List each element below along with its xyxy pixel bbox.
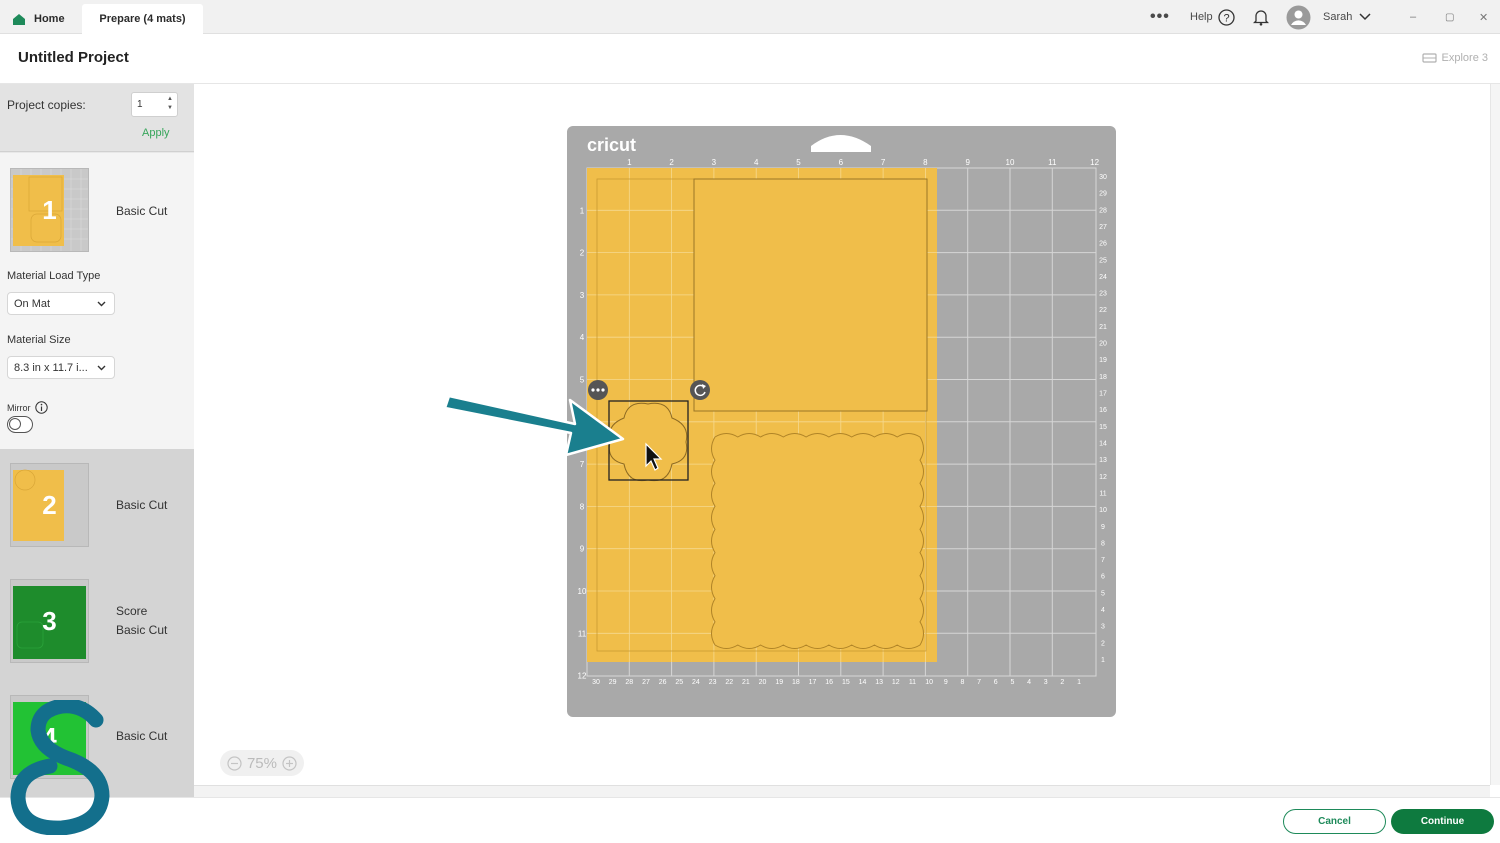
mat-label-3-line1: Score [116, 604, 148, 618]
tab-home-label: Home [34, 13, 65, 25]
cancel-button[interactable]: Cancel [1283, 809, 1386, 834]
mat-sidebar: Project copies: 1 ▲ ▼ Apply 1 Basic Cut M… [0, 84, 194, 797]
restore-button[interactable]: ▢ [1445, 0, 1454, 34]
avatar [1286, 5, 1311, 29]
mat-label-1: Basic Cut [116, 204, 168, 218]
zoom-control: 75% [220, 750, 304, 776]
copies-stepper[interactable]: ▲ ▼ [167, 95, 173, 113]
help-button[interactable]: Help ? [1190, 0, 1235, 34]
mat-number-1: 1 [42, 194, 57, 225]
help-icon: ? [1217, 8, 1235, 26]
project-copies-panel: Project copies: 1 ▲ ▼ Apply [0, 84, 194, 152]
mat-preview-area [194, 84, 1490, 785]
zoom-out-icon[interactable] [227, 755, 242, 771]
project-copies-label: Project copies: [7, 98, 86, 112]
toggle-knob [9, 418, 21, 430]
apply-button[interactable]: Apply [142, 127, 170, 139]
mat-label-4: Basic Cut [116, 729, 168, 743]
project-title: Untitled Project [18, 49, 129, 66]
machine-selector[interactable]: Explore 3 [1421, 52, 1488, 64]
horizontal-scrollbar[interactable] [194, 785, 1490, 797]
mat-thumbnail-1[interactable]: 1 [10, 168, 89, 252]
mat-number-3: 3 [42, 605, 57, 636]
material-size-select[interactable]: 8.3 in x 11.7 i... [7, 356, 115, 379]
mirror-toggle[interactable] [7, 416, 33, 433]
mat-number-2: 2 [42, 489, 57, 520]
more-options-icon[interactable]: ••• [1150, 0, 1170, 34]
material-load-type-value: On Mat [14, 298, 51, 310]
close-icon: ✕ [1479, 11, 1489, 24]
project-copies-input[interactable]: 1 ▲ ▼ [131, 92, 178, 117]
chevron-down-icon [1359, 13, 1371, 21]
home-icon [13, 13, 25, 25]
mat-label-3: Score Basic Cut [116, 602, 167, 640]
user-menu[interactable]: Sarah [1286, 0, 1371, 34]
chevron-down-icon [97, 365, 106, 371]
machine-icon [1421, 53, 1437, 63]
machine-name: Explore 3 [1441, 52, 1488, 64]
project-copies-value: 1 [137, 99, 143, 110]
minimize-button[interactable]: – [1410, 0, 1416, 34]
mat-label-2: Basic Cut [116, 498, 168, 512]
material-size-value: 8.3 in x 11.7 i... [14, 362, 88, 374]
tab-prepare-label: Prepare (4 mats) [99, 13, 186, 25]
restore-icon: ▢ [1445, 11, 1455, 23]
tab-prepare[interactable]: Prepare (4 mats) [82, 4, 203, 34]
mat-thumbnail-3[interactable]: 3 [10, 579, 89, 663]
mat-label-3-line2: Basic Cut [116, 623, 168, 637]
info-icon[interactable] [34, 401, 48, 414]
bottom-bar: Cancel Continue [0, 797, 1500, 843]
mat-thumbnail-2[interactable]: 2 [10, 463, 89, 547]
zoom-level: 75% [246, 754, 277, 772]
help-label: Help [1190, 11, 1213, 23]
chevron-down-icon [97, 301, 106, 307]
material-load-type-select[interactable]: On Mat [7, 292, 115, 315]
close-button[interactable]: ✕ [1479, 0, 1488, 34]
title-bar: Untitled Project Explore 3 [0, 34, 1500, 84]
tab-home[interactable]: Home [12, 4, 92, 34]
continue-button[interactable]: Continue [1391, 809, 1494, 834]
mirror-label: Mirror [7, 402, 31, 413]
vertical-scrollbar[interactable] [1490, 84, 1500, 785]
channel-logo-icon [10, 700, 110, 835]
mirror-label-row: Mirror [7, 401, 48, 414]
material-size-label: Material Size [7, 334, 71, 346]
user-name: Sarah [1323, 11, 1353, 23]
material-load-type-label: Material Load Type [7, 270, 101, 282]
top-bar: Home Prepare (4 mats) ••• Help ? Sarah –… [0, 0, 1500, 34]
zoom-in-icon[interactable] [282, 755, 297, 771]
minimize-icon: – [1410, 11, 1417, 23]
bell-icon[interactable] [1253, 0, 1269, 34]
svg-text:?: ? [1223, 12, 1229, 24]
